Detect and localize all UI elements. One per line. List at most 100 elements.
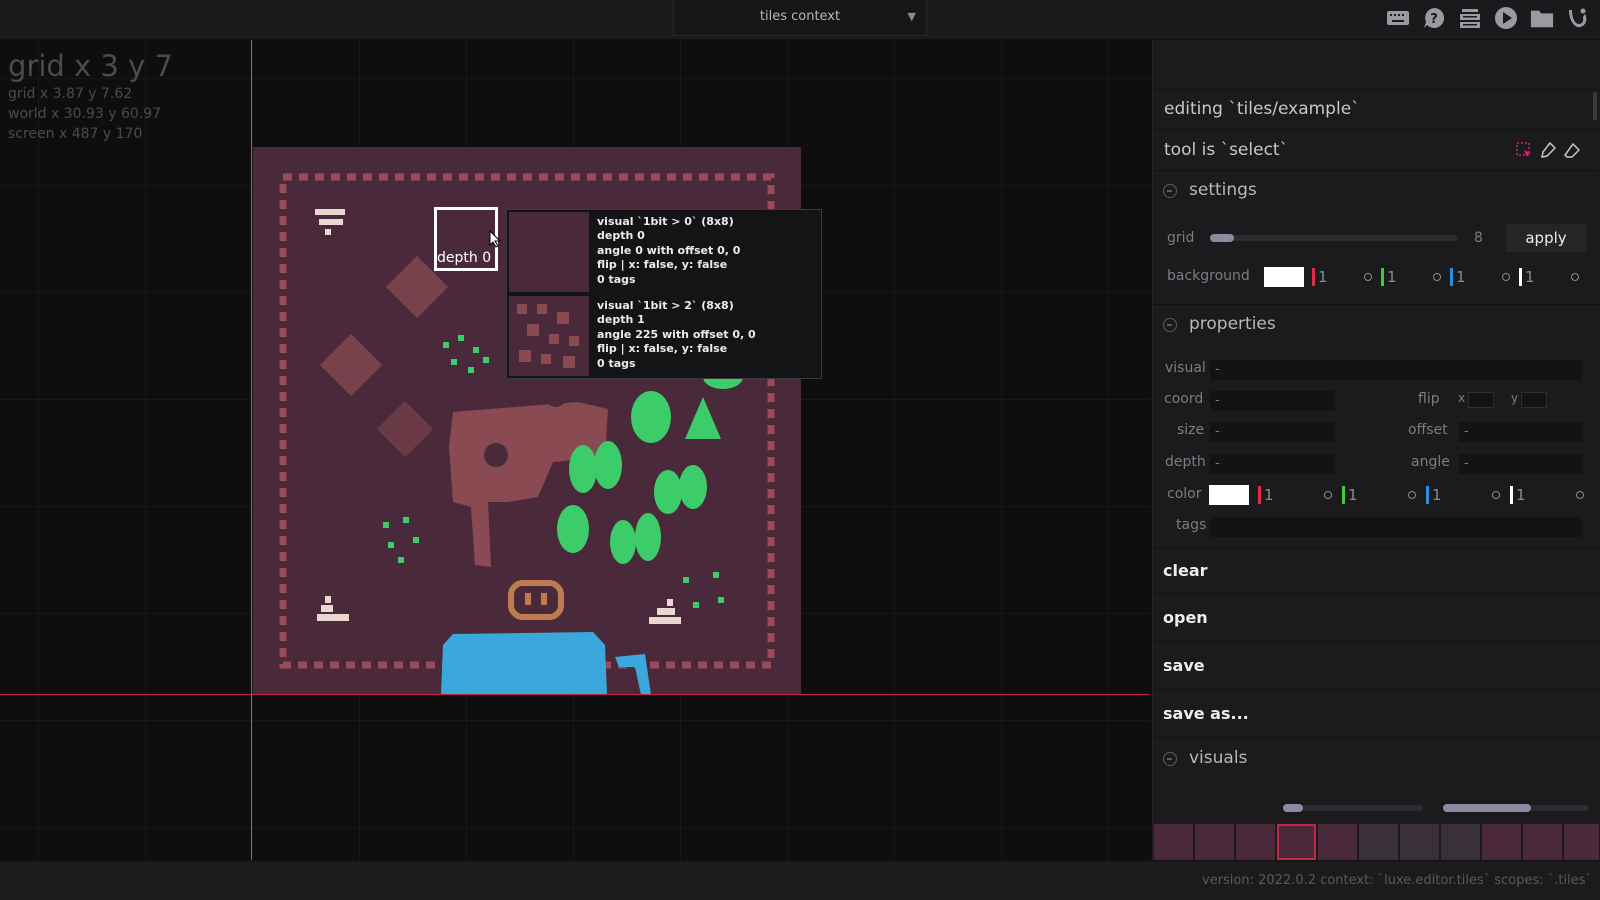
folder-icon[interactable] — [1530, 6, 1554, 30]
apply-button[interactable]: apply — [1506, 224, 1586, 252]
context-dropdown-label: tiles context — [759, 9, 841, 24]
toolbar-icons: ? — [1386, 6, 1590, 30]
visual-thumb[interactable] — [1564, 824, 1599, 860]
channel-knob[interactable] — [1408, 491, 1416, 499]
visuals-zoom-handle[interactable] — [1283, 804, 1303, 812]
visual-thumb[interactable] — [1482, 824, 1521, 860]
clear-button[interactable]: clear — [1153, 547, 1599, 594]
tile-editor-viewport[interactable]: grid x 3 y 7 grid x 3.87 y 7.62 world x … — [0, 40, 1150, 860]
flip-label: flip — [1418, 391, 1440, 407]
tooltip-tags: 0 tags — [597, 356, 636, 370]
visuals-title: visuals — [1189, 748, 1248, 768]
tags-label: tags — [1176, 517, 1207, 533]
keyboard-icon[interactable] — [1386, 6, 1410, 30]
visuals-scroll-slider[interactable] — [1443, 804, 1589, 812]
properties-header[interactable]: properties — [1153, 304, 1599, 344]
grid-slider[interactable] — [1210, 234, 1458, 242]
coord-label: coord — [1164, 391, 1204, 407]
color-swatch[interactable] — [1209, 485, 1249, 505]
play-icon[interactable] — [1494, 6, 1518, 30]
visual-thumb[interactable] — [1236, 824, 1275, 860]
channel-value: 1 — [1387, 268, 1397, 286]
stack-icon[interactable] — [1458, 6, 1482, 30]
angle-field[interactable]: - — [1459, 454, 1582, 474]
color-red-channel[interactable]: 1 — [1258, 485, 1336, 505]
flip-y-label: y — [1511, 391, 1519, 405]
select-tool-icon[interactable] — [1516, 142, 1532, 158]
tile-preview — [509, 296, 589, 376]
grid-coord-big: grid x 3 y 7 — [8, 49, 173, 83]
collapse-icon — [1163, 184, 1177, 198]
tooltip-entry: visual `1bit > 0` (8x8) depth 0 angle 0 … — [509, 212, 821, 294]
visuals-zoom-slider[interactable] — [1283, 804, 1423, 812]
collapse-icon — [1163, 752, 1177, 766]
visual-thumb[interactable] — [1195, 824, 1234, 860]
open-button[interactable]: open — [1153, 595, 1599, 642]
visual-thumb-selected[interactable] — [1277, 824, 1316, 860]
color-blue-channel[interactable]: 1 — [1426, 485, 1504, 505]
coord-field[interactable]: - — [1210, 391, 1335, 411]
visual-thumb[interactable] — [1318, 824, 1357, 860]
channel-value: 1 — [1432, 486, 1442, 504]
background-label: background — [1167, 268, 1250, 284]
tooltip-entry: visual `1bit > 2` (8x8) depth 1 angle 22… — [509, 296, 821, 378]
color-green-channel[interactable]: 1 — [1342, 485, 1420, 505]
settings-header[interactable]: settings — [1153, 171, 1599, 211]
visuals-scroll-handle[interactable] — [1443, 804, 1531, 812]
offset-field[interactable]: - — [1459, 422, 1582, 442]
save-button[interactable]: save — [1153, 643, 1599, 690]
visuals-palette — [1154, 824, 1599, 860]
context-dropdown[interactable]: tiles context ▼ — [673, 0, 927, 36]
save-as-button[interactable]: save as... — [1153, 691, 1599, 738]
visuals-header[interactable]: visuals — [1153, 739, 1599, 779]
grid-slider-handle[interactable] — [1210, 234, 1234, 242]
channel-knob[interactable] — [1502, 273, 1510, 281]
paint-brush-icon[interactable] — [1540, 142, 1556, 158]
tooltip-angle: angle 0 with offset 0, 0 — [597, 243, 741, 257]
channel-knob[interactable] — [1324, 491, 1332, 499]
channel-knob[interactable] — [1492, 491, 1500, 499]
channel-value: 1 — [1525, 268, 1535, 286]
tool-label: tool is `select` — [1164, 140, 1289, 160]
visual-thumb[interactable] — [1359, 824, 1398, 860]
channel-value: 1 — [1264, 486, 1274, 504]
background-green-channel[interactable]: 1 — [1381, 267, 1445, 287]
visual-thumb[interactable] — [1400, 824, 1439, 860]
eraser-icon[interactable] — [1564, 142, 1580, 158]
tile-info-tooltip: visual `1bit > 0` (8x8) depth 0 angle 0 … — [506, 209, 822, 379]
tags-field[interactable] — [1210, 517, 1582, 537]
channel-knob[interactable] — [1364, 273, 1372, 281]
tooltip-depth: depth 0 — [597, 229, 645, 243]
tooltip-visual: visual `1bit > 0` (8x8) — [597, 215, 734, 228]
channel-knob[interactable] — [1433, 273, 1441, 281]
visual-thumb[interactable] — [1441, 824, 1480, 860]
tooltip-angle: angle 225 with offset 0, 0 — [597, 327, 756, 341]
visual-label: visual — [1165, 360, 1206, 376]
background-color-swatch[interactable] — [1264, 267, 1304, 287]
size-field[interactable]: - — [1210, 422, 1335, 442]
clear-label: clear — [1163, 561, 1208, 580]
visual-field[interactable]: - — [1210, 360, 1582, 380]
svg-text:?: ? — [1430, 12, 1438, 27]
properties-title: properties — [1189, 314, 1276, 334]
background-blue-channel[interactable]: 1 — [1450, 267, 1514, 287]
luxe-logo-icon[interactable] — [1566, 6, 1590, 30]
panel-scrollbar[interactable] — [1593, 92, 1597, 120]
channel-knob[interactable] — [1571, 273, 1579, 281]
background-alpha-channel[interactable]: 1 — [1519, 267, 1583, 287]
tooltip-flip: flip | x: false, y: false — [597, 342, 728, 356]
visual-thumb[interactable] — [1154, 824, 1193, 860]
color-alpha-channel[interactable]: 1 — [1510, 485, 1588, 505]
help-icon[interactable]: ? — [1422, 6, 1446, 30]
background-red-channel[interactable]: 1 — [1312, 267, 1376, 287]
status-text: version: 2022.0.2 context: `luxe.editor.… — [1202, 873, 1592, 888]
visual-thumb[interactable] — [1523, 824, 1562, 860]
inspector-panel: editing `tiles/example` tool is `select`… — [1152, 40, 1600, 860]
world-coord: world x 30.93 y 60.97 — [8, 106, 162, 122]
grid-coord: grid x 3.87 y 7.62 — [8, 86, 133, 102]
depth-field[interactable]: - — [1210, 454, 1335, 474]
selection-depth-label: depth 0 — [437, 250, 492, 266]
flip-x-checkbox[interactable] — [1468, 392, 1494, 408]
flip-y-checkbox[interactable] — [1521, 392, 1547, 408]
channel-knob[interactable] — [1576, 491, 1584, 499]
